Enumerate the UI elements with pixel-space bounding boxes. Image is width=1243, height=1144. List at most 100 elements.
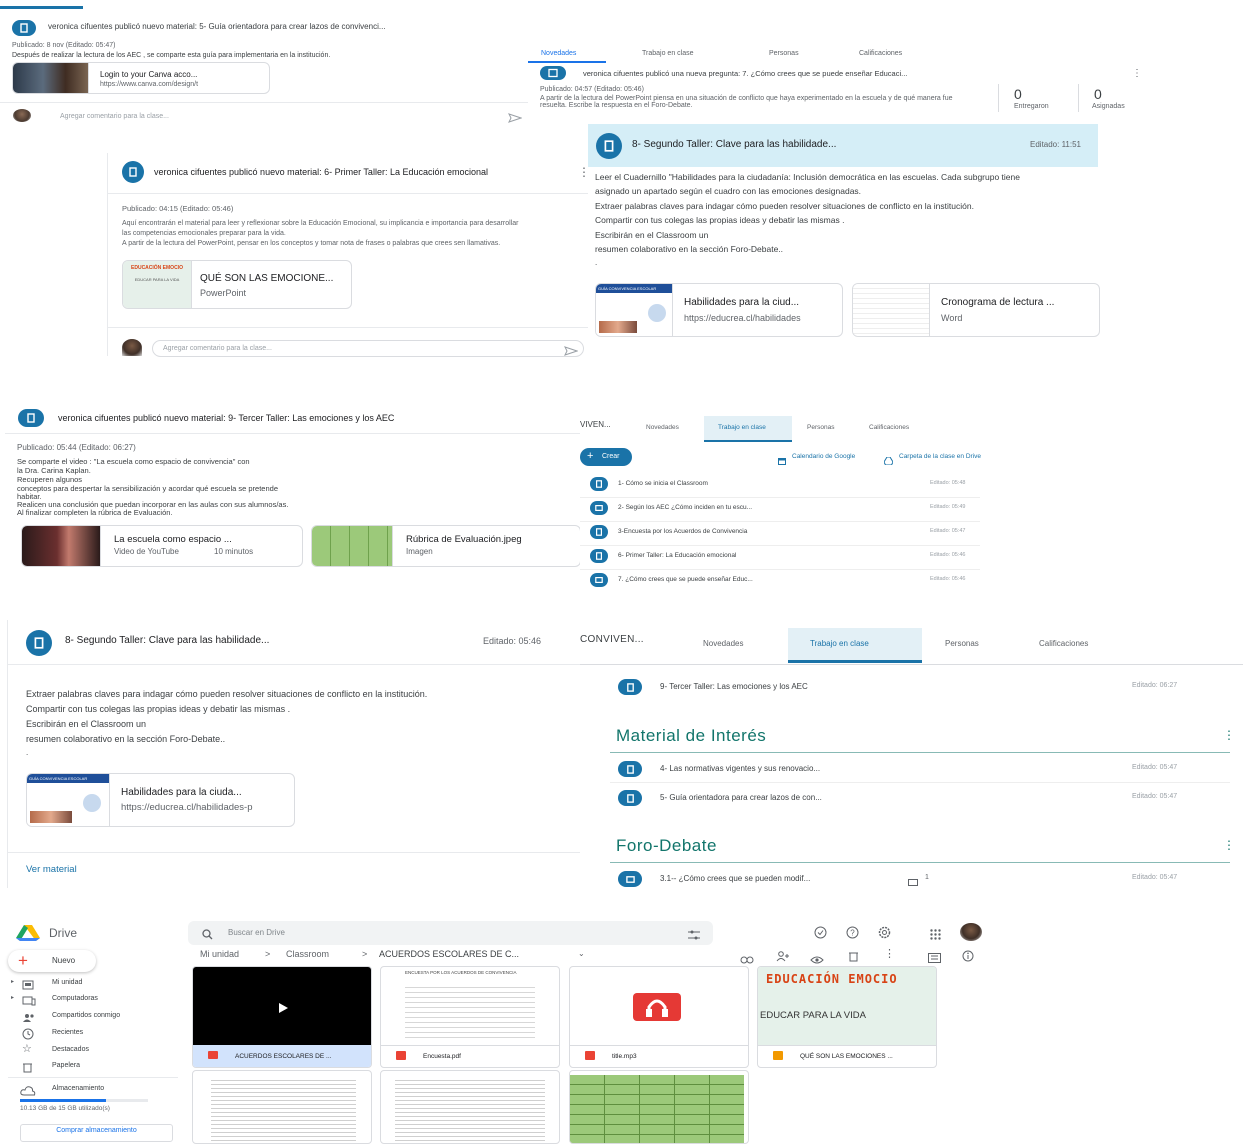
drive-folder-icon (883, 452, 894, 470)
offline-status-icon[interactable] (814, 926, 827, 944)
comment-input[interactable]: Agregar comentario para la clase... (60, 113, 169, 120)
more-vert-icon[interactable]: ⋮ (1223, 838, 1235, 852)
powerpoint-attachment[interactable]: EDUCACIÓN EMOCIO EDUCAR PARA LA VIDA QUÉ… (122, 260, 352, 309)
send-icon[interactable] (508, 110, 523, 128)
sidebar-item-storage[interactable]: Almacenamiento (8, 1082, 178, 1097)
add-person-icon[interactable] (776, 949, 790, 967)
tab-personas[interactable]: Personas (769, 50, 799, 57)
tab-calificaciones[interactable]: Calificaciones (859, 50, 902, 57)
breadcrumb-current-folder[interactable]: ACUERDOS ESCOLARES DE C... (379, 949, 519, 959)
tab-novedades[interactable]: Novedades (541, 50, 576, 57)
sidebar-item-shared[interactable]: Compartidos conmigo (8, 1009, 178, 1024)
file-tile-doc[interactable] (380, 1070, 560, 1144)
line-3: Escribirán en el Classroom un (26, 719, 147, 729)
new-button[interactable]: + Nuevo (8, 950, 96, 972)
post-desc-1: Aquí encontrarán el material para leer y… (122, 220, 519, 227)
breadcrumb-classroom[interactable]: Classroom (286, 949, 329, 959)
assignment-title[interactable]: 8- Segundo Taller: Clave para las habili… (632, 139, 836, 150)
trash-icon[interactable] (848, 949, 859, 967)
file-tile-image[interactable] (569, 1070, 749, 1144)
play-icon (279, 1000, 288, 1018)
chevron-down-icon[interactable]: ⌄ (578, 949, 585, 958)
file-tile-audio[interactable]: title.mp3 (569, 966, 749, 1068)
image-thumbnail (312, 526, 393, 566)
attachment-title: Login to your Canva acco... (100, 70, 198, 79)
classwork-item[interactable]: 6- Primer Taller: La Educación emocional… (580, 547, 980, 567)
chevron-right-icon: > (265, 949, 271, 959)
tab-calificaciones[interactable]: Calificaciones (1039, 639, 1088, 648)
sidebar-item-my-drive[interactable]: ▸ Mi unidad (8, 976, 178, 991)
post-title[interactable]: veronica cifuentes publicó nuevo materia… (58, 413, 394, 423)
classwork-item[interactable]: 2- Según los AEC ¿Cómo inciden en tu esc… (580, 499, 980, 519)
more-vert-icon[interactable]: ⋮ (884, 947, 895, 960)
send-icon[interactable] (564, 343, 579, 361)
habilidades-attachment[interactable]: GUÍA CONVIVENCIA ESCOLAR Habilidades par… (26, 773, 295, 827)
view-material-link[interactable]: Ver material (26, 864, 77, 875)
file-tile-doc[interactable] (192, 1070, 372, 1144)
breadcrumb-my-drive[interactable]: Mi unidad (200, 949, 239, 959)
item-title: 7. ¿Cómo crees que se puede enseñar Educ… (618, 576, 753, 583)
assignment-title[interactable]: 8- Segundo Taller: Clave para las habili… (65, 635, 269, 646)
classwork-item[interactable]: 3.1-- ¿Cómo crees que se pueden modif...… (610, 868, 1225, 890)
tab-trabajo[interactable]: Trabajo en clase (642, 50, 694, 57)
post-meta: Publicado: 05:44 (Editado: 06:27) (17, 443, 136, 452)
line-2: la Dra. Carina Kaplan. (17, 466, 91, 475)
help-icon[interactable]: ? (846, 926, 859, 944)
info-icon[interactable] (962, 949, 974, 967)
classwork-item[interactable]: 7. ¿Cómo crees que se puede enseñar Educ… (580, 571, 980, 591)
create-button[interactable]: + Crear (580, 448, 632, 466)
storage-bar-track (20, 1099, 148, 1102)
sidebar-item-starred[interactable]: ☆ Destacados (8, 1043, 178, 1058)
edited-time: Editado: 11:51 (1030, 140, 1082, 149)
apps-grid-icon[interactable] (930, 927, 941, 945)
youtube-attachment[interactable]: La escuela como espacio ... Video de You… (21, 525, 303, 567)
file-tile-video[interactable]: ACUERDOS ESCOLARES DE ... (192, 966, 372, 1068)
chevron-right-icon: ▸ (11, 979, 15, 985)
classwork-item[interactable]: 1- Cómo se inicia el Classroom Editado: … (580, 475, 980, 495)
tab-novedades[interactable]: Novedades (703, 639, 743, 648)
divider (610, 782, 1230, 783)
item-title: 6- Primer Taller: La Educación emocional (618, 552, 737, 559)
classwork-item[interactable]: 4- Las normativas vigentes y sus renovac… (610, 758, 1225, 780)
buy-storage-button[interactable]: Comprar almacenamiento (20, 1124, 173, 1142)
storage-bar-fill (20, 1099, 107, 1102)
rubrica-attachment[interactable]: Rúbrica de Evaluación.jpeg Imagen (311, 525, 581, 567)
search-bar[interactable]: Buscar en Drive (188, 921, 713, 945)
classwork-item[interactable]: 9- Tercer Taller: Las emociones y los AE… (610, 676, 1225, 698)
post-title[interactable]: veronica cifuentes publicó nuevo materia… (154, 167, 488, 177)
tab-trabajo[interactable]: Trabajo en clase (810, 639, 869, 648)
material-icon (18, 409, 44, 427)
settings-icon[interactable] (878, 926, 891, 944)
google-drive-window: Drive Buscar en Drive ? + Nuevo ▸ Mi uni… (0, 912, 1000, 1144)
attachment-type: PowerPoint (200, 288, 247, 298)
tab-calificaciones[interactable]: Calificaciones (869, 424, 909, 431)
drive-folder-link[interactable]: Carpeta de la clase en Drive (899, 453, 981, 460)
sidebar-item-computers[interactable]: ▸ Computadoras (8, 992, 178, 1007)
more-vert-icon[interactable]: ⋮ (1223, 728, 1235, 742)
account-avatar[interactable] (960, 923, 982, 941)
tab-novedades[interactable]: Novedades (646, 424, 679, 431)
doc-preview (395, 1077, 545, 1143)
cronograma-attachment[interactable]: Cronograma de lectura ... Word (852, 283, 1100, 337)
divider (580, 569, 980, 570)
google-calendar-link[interactable]: Calendario de Google (792, 453, 855, 460)
comment-input[interactable]: Agregar comentario para la clase... (152, 340, 584, 357)
file-tile-pptx[interactable]: EDUCACIÓN EMOCIO EDUCAR PARA LA VIDA QUÉ… (757, 966, 937, 1068)
sidebar-item-recent[interactable]: Recientes (8, 1026, 178, 1041)
question-title[interactable]: veronica cifuentes publicó una nueva pre… (583, 69, 1113, 78)
canva-attachment[interactable]: Login to your Canva acco... https://www.… (12, 62, 270, 94)
file-tile-pdf[interactable]: ENCUESTA POR LOS ACUERDOS DE CONVIVENCIA… (380, 966, 560, 1068)
filter-options-icon[interactable] (688, 927, 700, 945)
more-vert-icon[interactable]: ⋮ (1132, 68, 1142, 79)
sidebar-item-trash[interactable]: Papelera (8, 1059, 178, 1074)
post-title[interactable]: veronica cifuentes publicó nuevo materia… (48, 22, 518, 31)
pdf-file-icon (396, 1051, 406, 1060)
attachment-title: Rúbrica de Evaluación.jpeg (406, 534, 522, 545)
tab-trabajo[interactable]: Trabajo en clase (718, 424, 766, 431)
classroom-stream-question: Novedades Trabajo en clase Personas Cali… (528, 42, 1148, 122)
tab-personas[interactable]: Personas (807, 424, 834, 431)
classwork-item[interactable]: 3-Encuesta por los Acuerdos de Convivenc… (580, 523, 980, 543)
classwork-item[interactable]: 5- Guía orientadora para crear lazos de … (610, 787, 1225, 809)
habilidades-attachment[interactable]: GUÍA CONVIVENCIA ESCOLAR Habilidades par… (595, 283, 843, 337)
tab-personas[interactable]: Personas (945, 639, 979, 648)
